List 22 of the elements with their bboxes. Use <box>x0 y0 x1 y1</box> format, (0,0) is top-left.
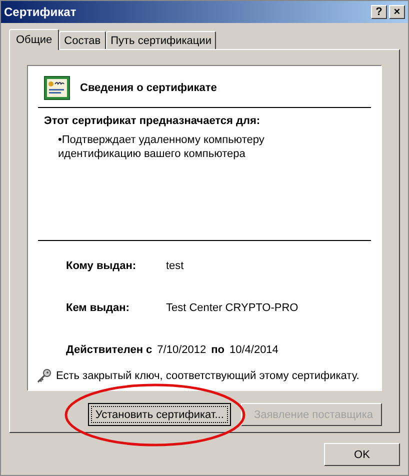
close-button[interactable]: × <box>389 5 405 19</box>
section-heading: Сведения о сертификате <box>80 82 217 94</box>
field-label: по <box>211 344 224 356</box>
tab[interactable]: Общие <box>9 29 60 50</box>
action-button[interactable]: Установить сертификат... <box>88 403 231 426</box>
field-value: 7/10/2012 <box>157 344 206 356</box>
help-button[interactable]: ? <box>371 5 387 19</box>
tab[interactable]: Состав <box>59 31 106 49</box>
private-key-note: Есть закрытый ключ, соответствующий этому сертификату. <box>56 370 360 382</box>
field-value: 10/4/2014 <box>229 344 278 356</box>
certificate-icon <box>44 76 70 100</box>
purpose-title: Этот сертификат предназначается для: <box>44 115 262 127</box>
key-icon <box>36 368 52 384</box>
tab[interactable]: Путь сертификации <box>106 31 216 49</box>
field-label: Кем выдан: <box>66 302 130 314</box>
field-label: Действителен с <box>66 344 152 356</box>
field-label: Кому выдан: <box>66 260 138 272</box>
field-value: Test Center CRYPTO-PRO <box>166 302 298 314</box>
purpose-item: •Подтверждает удаленному компьютеру идентификацию вашего компьютера <box>58 133 266 161</box>
field-value: test <box>166 260 184 272</box>
window-title: Сертификат <box>4 5 78 19</box>
ok-button[interactable]: OK <box>324 443 400 466</box>
